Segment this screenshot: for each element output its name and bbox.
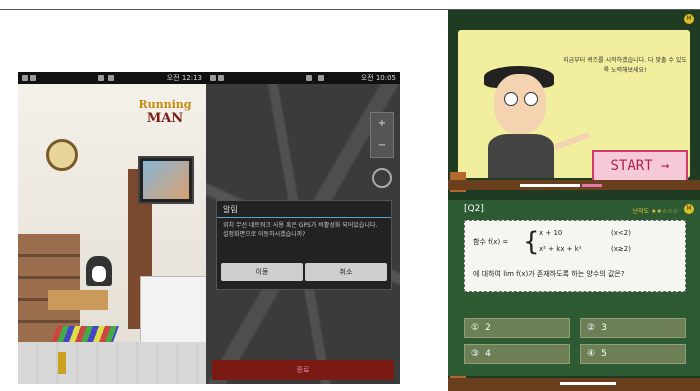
alert-dialog: 알림 위치 무선 네트워크 사용 혹은 GPS가 비활성화 되어있습니다. 설정… xyxy=(216,200,392,290)
chalk-icon xyxy=(560,382,616,385)
dog-character[interactable] xyxy=(86,256,112,286)
logo-text: MAN xyxy=(146,111,184,126)
zoom-in-button[interactable]: + xyxy=(371,113,393,135)
question-board: M [Q2] 난이도 ★★☆☆☆ 함수 f(x) = { x + 10 (x<2… xyxy=(448,200,700,376)
signal-icon xyxy=(318,75,324,81)
room-scene[interactable]: Running MAN xyxy=(18,84,206,384)
start-button[interactable]: START → xyxy=(592,150,688,182)
tv-screen[interactable] xyxy=(138,156,194,204)
chalk-icon xyxy=(582,184,602,187)
status-time: 오전 10:05 xyxy=(360,74,396,82)
zoom-out-button[interactable]: − xyxy=(371,135,393,157)
answer-option-2[interactable]: ②3 xyxy=(580,318,686,338)
bench xyxy=(48,290,108,310)
teacher-body xyxy=(488,134,554,178)
signal-icon xyxy=(98,75,104,81)
move-button[interactable]: 이동 xyxy=(221,263,303,281)
floor xyxy=(18,342,206,384)
answer-option-3[interactable]: ③4 xyxy=(464,344,570,364)
function-label: 함수 f(x) = xyxy=(473,238,509,246)
cancel-button[interactable]: 취소 xyxy=(305,263,387,281)
zoom-control[interactable]: + − xyxy=(370,112,394,158)
notification-icon xyxy=(218,75,224,81)
teacher-character xyxy=(494,74,546,134)
dialog-message: 위치 무선 네트워크 사용 혹은 GPS가 비활성화 되어있습니다. 설정화면으… xyxy=(223,222,378,238)
clock-icon[interactable] xyxy=(46,139,78,171)
answer-option-4[interactable]: ④5 xyxy=(580,344,686,364)
case-1-expression: x + 10 xyxy=(539,229,563,237)
question-text: 에 대하여 lim f(x)가 존재하도록 하는 양수의 값은? xyxy=(473,270,625,278)
status-bar: 오전 10:05 xyxy=(206,72,400,84)
notification-icon xyxy=(210,75,216,81)
dialog-divider xyxy=(217,217,391,218)
menu-badge[interactable]: M xyxy=(684,204,694,214)
brace-symbol: { xyxy=(523,227,540,257)
exit-button[interactable]: 종료 xyxy=(212,360,394,380)
case-2-condition: (x≥2) xyxy=(611,245,631,253)
status-time: 오전 12:13 xyxy=(166,74,202,82)
intro-board: 지금부터 퀴즈를 시작하겠습니다. 다 맞출 수 있도록 노력해보세요! STA… xyxy=(458,30,690,182)
map-view[interactable]: + − 알림 위치 무선 네트워크 사용 혹은 GPS가 비활성화 되어있습니다… xyxy=(206,84,400,384)
case-1-condition: (x<2) xyxy=(611,229,631,237)
notification-icon xyxy=(30,75,36,81)
logo-text: Running xyxy=(138,98,192,111)
phone-screenshot-map: 오전 10:05 + − 알림 위치 무선 네트워크 사용 혹은 GPS가 비활… xyxy=(206,72,400,384)
floor-mat xyxy=(51,326,119,342)
intro-text: 지금부터 퀴즈를 시작하겠습니다. 다 맞출 수 있도록 노력해보세요! xyxy=(563,57,687,74)
game-logo: Running MAN xyxy=(130,98,200,132)
question-box: 함수 f(x) = { x + 10 (x<2) x² + kx + k² (x… xyxy=(464,220,686,292)
status-bar: 오전 12:13 xyxy=(18,72,206,84)
pointing-hand xyxy=(554,132,590,150)
notification-icon xyxy=(22,75,28,81)
case-2-expression: x² + kx + k² xyxy=(539,245,582,253)
question-number: [Q2] xyxy=(464,204,484,214)
chalk-icon xyxy=(520,184,580,187)
phone-screenshot-room: 오전 12:13 Running MAN xyxy=(18,72,206,384)
locate-icon[interactable] xyxy=(372,168,392,188)
teacher-eyes xyxy=(504,92,538,106)
floor-lamp xyxy=(58,352,66,374)
menu-badge[interactable]: M xyxy=(684,14,694,24)
difficulty-rating: 난이도 ★★☆☆☆ xyxy=(632,208,678,215)
gps-status-icon xyxy=(306,75,312,81)
battery-icon xyxy=(108,75,114,81)
quiz-screenshot: M 지금부터 퀴즈를 시작하겠습니다. 다 맞출 수 있도록 노력해보세요! S… xyxy=(448,10,700,391)
answer-option-1[interactable]: ①2 xyxy=(464,318,570,338)
dialog-title: 알림 xyxy=(223,205,238,214)
